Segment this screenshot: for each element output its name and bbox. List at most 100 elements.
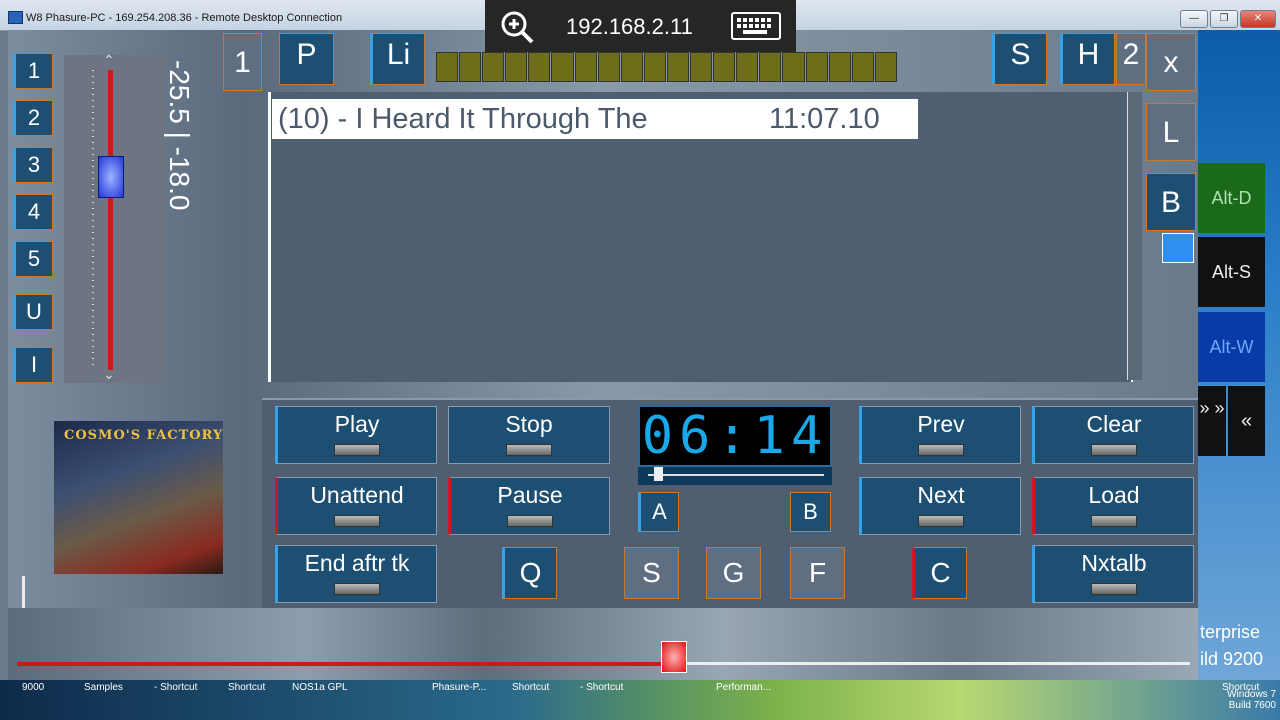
desktop-shortcut[interactable]: - Shortcut: [580, 682, 623, 693]
desktop-shortcut[interactable]: Performan...: [716, 682, 771, 693]
playlist-scrollbar[interactable]: [1127, 92, 1142, 380]
windows-version-watermark: Windows 7 Build 7600: [1222, 689, 1276, 711]
prev-button[interactable]: Prev: [859, 406, 1021, 464]
unattend-icon: [334, 515, 380, 527]
meter-cell: [713, 52, 736, 82]
unattend-button[interactable]: Unattend: [275, 477, 437, 535]
preset-button-u[interactable]: U: [13, 294, 53, 330]
restore-button[interactable]: ❐: [1210, 10, 1238, 28]
desktop-shortcut[interactable]: Phasure-P...: [432, 682, 486, 693]
alt-w-button[interactable]: Alt-W: [1198, 312, 1265, 382]
meter-cell: [574, 52, 597, 82]
meter-cell: [436, 52, 459, 82]
text-cursor-icon: [22, 576, 25, 608]
view-1-button[interactable]: 1: [223, 33, 262, 91]
next-album-button[interactable]: Nxtalb: [1032, 545, 1194, 603]
play-button[interactable]: Play: [275, 406, 437, 464]
album-cover-title: COSMO'S FACTORY: [64, 428, 224, 443]
clear-icon: [1091, 444, 1137, 456]
preset-button-1[interactable]: 1: [13, 53, 53, 89]
meter-cell: [528, 52, 551, 82]
zoom-icon[interactable]: [500, 10, 534, 44]
f-button[interactable]: F: [790, 547, 845, 599]
alt-d-button[interactable]: Alt-D: [1198, 163, 1265, 233]
meter-cell: [874, 52, 897, 82]
track-position-slider[interactable]: [638, 467, 832, 485]
meter-cell: [459, 52, 482, 82]
g-button[interactable]: G: [706, 547, 761, 599]
meter-cell: [736, 52, 759, 82]
s-small-button[interactable]: S: [624, 547, 679, 599]
li-button[interactable]: Li: [370, 33, 425, 85]
unattend-label: Unattend: [310, 482, 404, 508]
chevron-up-icon[interactable]: ⌃: [103, 52, 115, 69]
load-label: Load: [1088, 482, 1140, 508]
x-button[interactable]: x: [1146, 33, 1196, 91]
clear-label: Clear: [1086, 411, 1142, 437]
c-button[interactable]: C: [912, 547, 967, 599]
desktop-shortcut[interactable]: Samples: [84, 682, 123, 693]
preset-button-5[interactable]: 5: [13, 241, 53, 277]
app-icon: [8, 11, 23, 24]
volume-slider[interactable]: [64, 55, 166, 383]
end-after-track-label: End aftr tk: [304, 550, 410, 576]
load-button[interactable]: Load: [1032, 477, 1194, 535]
level-meter: [436, 52, 898, 82]
close-button[interactable]: ✕: [1240, 10, 1276, 28]
desktop-shortcut[interactable]: 9000: [22, 682, 44, 693]
p-button[interactable]: P: [279, 33, 334, 85]
pause-icon: [507, 515, 553, 527]
desktop-shortcut[interactable]: Shortcut: [512, 682, 549, 693]
seek-knob[interactable]: [660, 641, 687, 673]
pause-button[interactable]: Pause: [448, 477, 610, 535]
alt-s-button[interactable]: Alt-S: [1198, 237, 1265, 307]
color-indicator[interactable]: [1162, 233, 1194, 263]
meter-cell: [643, 52, 666, 82]
pause-label: Pause: [497, 482, 563, 508]
scroll-right-button[interactable]: » »: [1198, 386, 1226, 456]
preset-button-2[interactable]: 2: [13, 100, 53, 136]
volume-db-readout: -25.5 | -18.0: [161, 60, 195, 240]
stop-label: Stop: [505, 411, 553, 437]
seek-remaining: [686, 662, 1190, 665]
meter-cell: [482, 52, 505, 82]
stop-button[interactable]: Stop: [448, 406, 610, 464]
volume-ticks: [92, 70, 94, 370]
preset-button-i[interactable]: I: [13, 347, 53, 383]
volume-knob[interactable]: [98, 155, 124, 198]
h-button[interactable]: H: [1060, 33, 1115, 85]
minimize-button[interactable]: —: [1180, 10, 1208, 28]
meter-cell: [690, 52, 713, 82]
track-position-knob[interactable]: [653, 467, 663, 481]
preset-button-3[interactable]: 3: [13, 147, 53, 183]
b-marker-button[interactable]: B: [790, 492, 831, 532]
desktop-shortcut[interactable]: Shortcut: [228, 682, 265, 693]
next-icon: [918, 515, 964, 527]
a-button[interactable]: A: [638, 492, 679, 532]
s-button[interactable]: S: [992, 33, 1047, 85]
chevron-down-icon[interactable]: ⌄: [103, 366, 115, 383]
b-button[interactable]: B: [1146, 173, 1196, 231]
view-2-button[interactable]: 2: [1116, 33, 1146, 85]
scroll-left-button[interactable]: «: [1228, 386, 1265, 456]
meter-cell: [597, 52, 620, 82]
volume-db-text: -25.5 | -18.0: [164, 60, 195, 211]
l-button[interactable]: L: [1146, 103, 1196, 161]
preset-button-4[interactable]: 4: [13, 194, 53, 230]
desktop-shortcut[interactable]: NOS1a GPL: [292, 682, 348, 693]
q-button[interactable]: Q: [502, 547, 557, 599]
clear-button[interactable]: Clear: [1032, 406, 1194, 464]
meter-cell: [828, 52, 851, 82]
windows-build-line: Build 7600: [1228, 700, 1276, 711]
meter-cell: [551, 52, 574, 82]
next-button[interactable]: Next: [859, 477, 1021, 535]
play-label: Play: [334, 411, 380, 437]
album-cover: [54, 421, 223, 574]
rdp-ip-address: 192.168.2.11: [566, 14, 693, 39]
meter-cell: [805, 52, 828, 82]
meter-cell: [759, 52, 782, 82]
desktop-shortcut[interactable]: - Shortcut: [154, 682, 197, 693]
keyboard-icon[interactable]: [731, 12, 781, 40]
end-after-track-button[interactable]: End aftr tk: [275, 545, 437, 603]
next-label: Next: [917, 482, 965, 508]
